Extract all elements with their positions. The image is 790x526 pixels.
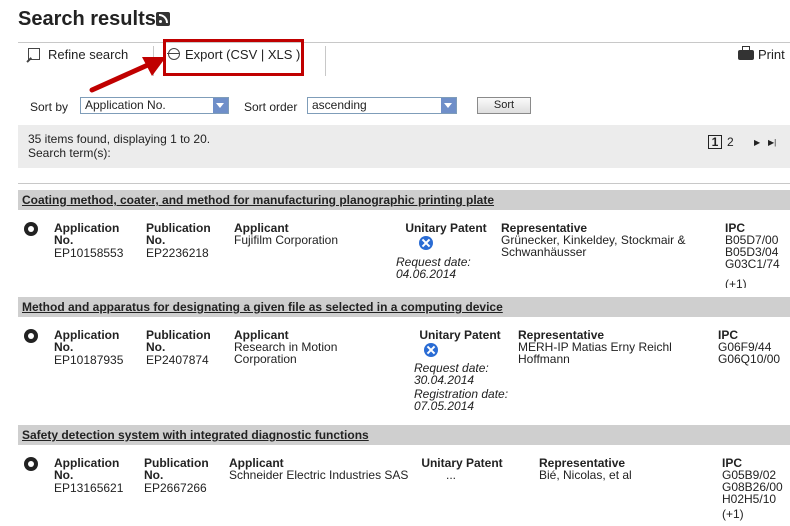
applicant-name: Fujifilm Corporation [234, 233, 339, 247]
publication-number: EP2407874 [146, 353, 209, 367]
request-date: Request date: 04.06.2014 [396, 255, 471, 281]
result-title-link[interactable]: Safety detection system with integrated … [22, 428, 369, 442]
ipc-more[interactable]: (+1) [725, 278, 747, 288]
pager-page-2[interactable]: 2 [727, 135, 734, 149]
chevron-down-icon[interactable] [441, 98, 456, 113]
representative-name: Grünecker, Kinkeldey, Stockmair & Schwan… [501, 233, 686, 259]
sort-by-label: Sort by [30, 100, 69, 114]
publication-number: EP2667266 [144, 481, 207, 495]
pager-current-page[interactable]: 1 [708, 135, 722, 149]
result-radio[interactable] [24, 222, 38, 236]
sort-order-value: ascending [312, 98, 367, 112]
sort-by-value: Application No. [85, 98, 166, 112]
next-page-icon[interactable]: ▶ [754, 138, 760, 147]
applicant-name: Schneider Electric Industries SAS [229, 468, 409, 482]
application-label: Application No. [54, 456, 120, 482]
result-radio[interactable] [24, 457, 38, 471]
registration-date: Registration date: 07.05.2014 [414, 387, 509, 413]
unitary-patent-value: ... [446, 468, 457, 482]
result-radio[interactable] [24, 329, 38, 343]
search-term-label: Search term(s): [28, 146, 111, 160]
ipc-code: G06Q10/00 [718, 352, 781, 366]
ipc-more[interactable]: (+1) [722, 508, 744, 520]
unitary-patent-label: Unitary Patent [421, 456, 503, 470]
application-number: EP10187935 [54, 353, 124, 367]
application-label: Application No. [54, 221, 120, 247]
ipc-code: H02H5/10 [722, 492, 777, 506]
publication-number: EP2236218 [146, 246, 209, 260]
result-title-link[interactable]: Coating method, coater, and method for m… [22, 193, 494, 207]
last-page-icon[interactable]: ▶| [768, 138, 776, 147]
results-count: 35 items found, displaying 1 to 20. Sear… [28, 132, 210, 160]
publication-label: Publication No. [146, 221, 211, 247]
ipc-code: G03C1/74 [725, 257, 780, 271]
unitary-patent-label: Unitary Patent [405, 221, 487, 235]
results-found-text: 35 items found, displaying 1 to 20. [28, 132, 211, 146]
sort-order-select[interactable]: ascending [307, 97, 457, 114]
application-number: EP10158553 [54, 246, 124, 260]
publication-label: Publication No. [144, 456, 209, 482]
representative-name: MERH-IP Matias Erny Reichl Hoffmann [518, 340, 672, 366]
sort-button[interactable]: Sort [477, 97, 531, 114]
result-title-link[interactable]: Method and apparatus for designating a g… [22, 300, 503, 314]
export-highlight-box [163, 39, 304, 76]
applicant-name: Research in Motion Corporation [234, 340, 338, 366]
application-number: EP13165621 [54, 481, 124, 495]
unitary-patent-icon [419, 236, 433, 250]
representative-name: Bié, Nicolas, et al [539, 468, 632, 482]
sort-order-label: Sort order [244, 100, 298, 114]
sort-by-select[interactable]: Application No. [80, 97, 229, 114]
unitary-patent-icon [424, 343, 438, 357]
application-label: Application No. [54, 328, 120, 354]
publication-label: Publication No. [146, 328, 211, 354]
request-date: Request date: 30.04.2014 [414, 361, 489, 387]
annotation-arrow [89, 57, 166, 93]
chevron-down-icon[interactable] [213, 98, 228, 113]
results-divider [18, 183, 790, 184]
unitary-patent-label: Unitary Patent [419, 328, 501, 342]
